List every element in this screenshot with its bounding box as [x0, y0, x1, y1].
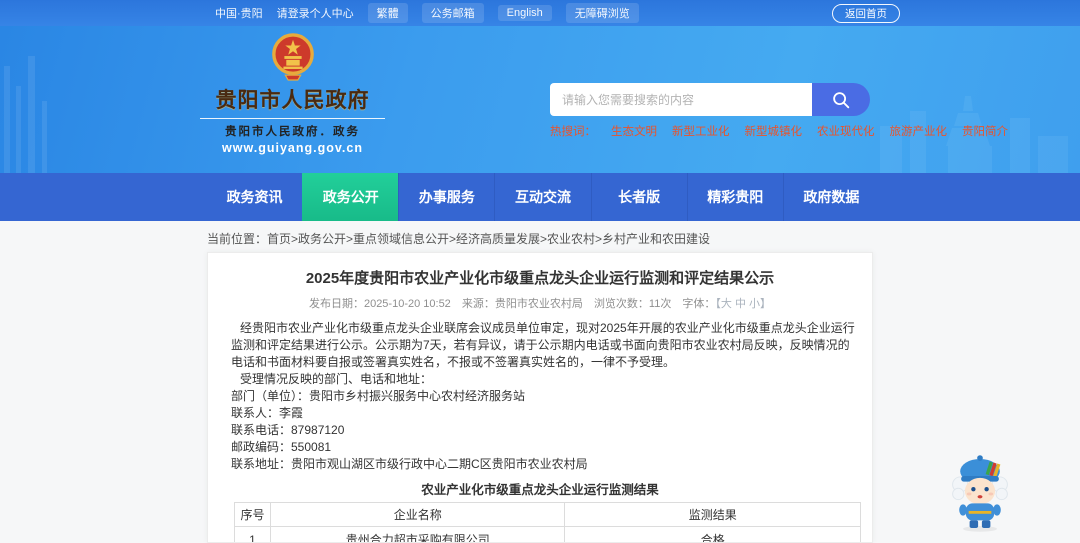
hot-search-label: 热搜词：	[550, 126, 596, 138]
national-emblem-icon	[271, 33, 314, 81]
font-size-label: 字体：	[682, 298, 716, 310]
guiyang-gov-page: 中国·贵阳请登录个人中心繁體公务邮箱 English 无障碍浏览 返回首页	[0, 0, 1080, 543]
topbar-link-4[interactable]: English	[497, 5, 552, 21]
mascot-assistant-icon[interactable]	[946, 453, 1014, 533]
table-cell-0-0: 1	[234, 526, 271, 542]
article-meta: 发布日期：2025-10-20 10:52 来源：贵阳市农业农村局 浏览次数：1…	[208, 295, 872, 311]
site-logo[interactable]: 贵阳市人民政府 贵阳市人民政府．政务 www.guiyang.gov.cn	[200, 32, 385, 155]
topbar-link-0[interactable]: 中国·贵阳	[215, 5, 263, 21]
table-header-row: 序号 企业名称 监测结果	[234, 502, 861, 527]
article-card: 2025年度贵阳市农业产业化市级重点龙头企业运行监测和评定结果公示 发布日期：2…	[207, 252, 873, 543]
hot-search-term-5[interactable]: 贵阳简介	[962, 123, 1008, 139]
topbar-link-1[interactable]: 请登录个人中心	[277, 5, 354, 21]
hot-search-term-4[interactable]: 旅游产业化	[890, 123, 948, 139]
article-title: 2025年度贵阳市农业产业化市级重点龙头企业运行监测和评定结果公示	[305, 270, 775, 287]
search-area: 热搜词： 生态文明新型工业化新型城镇化农业现代化旅游产业化贵阳简介	[550, 83, 1008, 139]
font-size-controls[interactable]: 【大 中 小】	[715, 298, 771, 310]
table-caption: 农业产业化市级重点龙头企业运行监测结果	[421, 483, 659, 497]
table-body: 1贵州合力超市采购有限公司合格2贵州友禾种业有限公司合格3贵州松果鲜农产品有限公…	[234, 526, 861, 542]
hot-search-term-1[interactable]: 新型工业化	[672, 123, 730, 139]
article-paragraph-5: 邮政编码：550081	[231, 440, 332, 454]
site-title: 贵阳市人民政府	[215, 89, 370, 112]
article-source: 来源：贵阳市农业农村局	[461, 298, 583, 310]
search-button[interactable]	[812, 83, 870, 116]
hot-search-terms: 生态文明 新型工业化 新型城镇化 农业现代化 旅游产业化 贵阳简介	[611, 123, 1008, 139]
table-cell-0-1: 贵州合力超市采购有限公司	[269, 526, 566, 542]
article-paragraph-4: 联系电话：87987120	[231, 423, 345, 437]
search-input[interactable]	[550, 83, 812, 116]
breadcrumb: 当前位置：首页>政务公开>重点领域信息公开>经济高质量发展>农业农村>乡村产业和…	[207, 230, 710, 247]
nav-tab-5[interactable]: 精彩贵阳	[686, 173, 783, 221]
nav-tab-4[interactable]: 长者版	[590, 173, 687, 221]
topbar-link-5[interactable]: 无障碍浏览	[565, 3, 639, 23]
nav-tab-0[interactable]: 政务资讯	[207, 173, 302, 221]
building-silhouette	[4, 56, 47, 173]
hot-search-term-0[interactable]: 生态文明	[611, 123, 657, 139]
table-cell-0-2: 合格	[564, 526, 861, 542]
main-nav: 政务资讯 政务公开 办事服务 互动交流 长者版 精彩贵阳 政府数据	[0, 173, 1080, 221]
breadcrumb-path[interactable]: 首页>政务公开>重点领域信息公开>经济高质量发展>农业农村>乡村产业和农田建设	[267, 232, 710, 246]
table-header-cell-0: 序号	[234, 502, 271, 527]
view-count: 浏览次数：11次	[593, 298, 672, 310]
site-banner: 贵阳市人民政府 贵阳市人民政府．政务 www.guiyang.gov.cn 热搜…	[0, 26, 1080, 173]
article-paragraph-2: 部门（单位）：贵阳市乡村振兴服务中心农村经济服务站	[231, 389, 526, 403]
topbar-links: 中国·贵阳 请登录个人中心 繁體 公务邮箱 English 无障碍浏览	[215, 3, 639, 23]
hot-search-term-2[interactable]: 新型城镇化	[745, 123, 803, 139]
nav-tab-2[interactable]: 办事服务	[398, 173, 494, 221]
main-nav-list: 政务资讯 政务公开 办事服务 互动交流 长者版 精彩贵阳 政府数据	[207, 173, 879, 221]
topbar-link-3[interactable]: 公务邮箱	[421, 3, 484, 23]
publish-date: 发布日期：2025-10-20 10:52	[308, 298, 451, 310]
nav-tab-1[interactable]: 政务公开	[302, 173, 399, 221]
topbar-link-2[interactable]: 繁體	[367, 3, 408, 23]
nav-tab-6[interactable]: 政府数据	[782, 173, 879, 221]
site-url: www.guiyang.gov.cn	[222, 141, 363, 155]
article-paragraph-0: 经贵阳市农业产业化市级重点龙头企业联席会议成员单位审定，现对2025年开展的农业…	[231, 321, 855, 369]
return-home-button[interactable]: 返回首页	[832, 4, 900, 23]
top-utility-bar: 中国·贵阳 请登录个人中心 繁體 公务邮箱 English 无障碍浏览 返回首页	[0, 0, 1080, 26]
hot-search-term-3[interactable]: 农业现代化	[817, 123, 875, 139]
monitoring-result-table: 序号企业名称监测结果 1贵州合力超市采购有限公司合格2贵州友禾种业有限公司合格3…	[234, 502, 861, 542]
site-subtitle: 贵阳市人民政府．政务	[200, 118, 385, 139]
table-header-cell-1: 企业名称	[269, 502, 566, 527]
article-paragraph-1: 受理情况反映的部门、电话和地址：	[240, 372, 433, 386]
article-paragraph-6: 联系地址：贵阳市观山湖区市级行政中心二期C区贵阳市农业农村局	[231, 457, 588, 471]
breadcrumb-label: 当前位置：	[207, 232, 268, 246]
nav-tab-3[interactable]: 互动交流	[494, 173, 590, 221]
article-body: 经贵阳市农业产业化市级重点龙头企业联席会议成员单位审定，现对2025年开展的农业…	[208, 320, 872, 473]
hot-search-row: 热搜词： 生态文明 新型工业化 新型城镇化 农业现代化 旅游产业化 贵阳简介	[550, 123, 1008, 139]
table-header-cell-2: 监测结果	[564, 502, 861, 527]
article-paragraph-3: 联系人：李霞	[231, 406, 304, 420]
table-row-0: 1 贵州合力超市采购有限公司 合格	[234, 526, 861, 542]
search-icon	[833, 91, 850, 108]
